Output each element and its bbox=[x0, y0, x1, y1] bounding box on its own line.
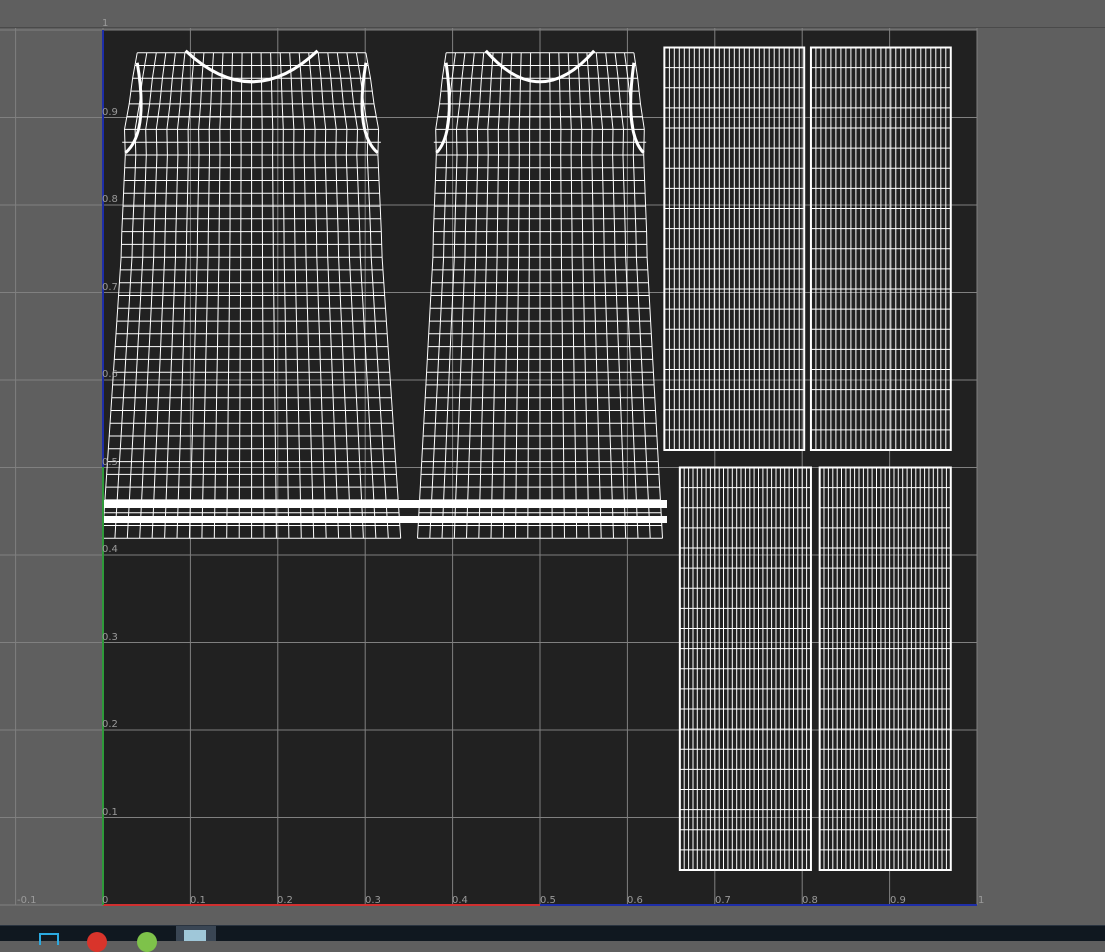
y-tick-label: 0.3 bbox=[102, 632, 118, 643]
uv-grid-canvas[interactable]: -0.1 0 0.1 0.2 0.3 0.4 0.5 0.6 0.7 0.8 0… bbox=[0, 0, 1105, 925]
y-tick-label: 0.9 bbox=[102, 107, 118, 118]
green-circle-icon[interactable] bbox=[136, 929, 160, 952]
y-tick-label: 0.1 bbox=[102, 807, 118, 818]
x-tick-label: 0.6 bbox=[627, 895, 643, 906]
y-tick-label: 0.8 bbox=[102, 194, 118, 205]
x-tick-label: 0.8 bbox=[802, 895, 818, 906]
y-tick-label: 0.7 bbox=[102, 282, 118, 293]
x-tick-label: 0.7 bbox=[715, 895, 731, 906]
x-tick-label: 0 bbox=[102, 895, 108, 906]
panel-top-right[interactable] bbox=[809, 46, 952, 451]
uv-editor-viewport[interactable]: -0.1 0 0.1 0.2 0.3 0.4 0.5 0.6 0.7 0.8 0… bbox=[0, 0, 1105, 925]
panel-wire-grid bbox=[810, 47, 952, 451]
y-tick-label: 1 bbox=[102, 18, 108, 29]
panel-bottom-right[interactable] bbox=[818, 466, 952, 871]
y-tick-label: 0.6 bbox=[102, 369, 118, 380]
x-tick-label: 0.1 bbox=[190, 895, 206, 906]
panel-top-left[interactable] bbox=[663, 46, 806, 451]
hem-band-strip bbox=[103, 516, 667, 523]
uv-app-icon[interactable] bbox=[176, 926, 216, 941]
x-tick-label: 0.5 bbox=[540, 895, 556, 906]
panel-wire-grid bbox=[663, 47, 805, 451]
x-tick-label: 0.2 bbox=[277, 895, 293, 906]
x-tick-label: 0.4 bbox=[452, 895, 468, 906]
taskbar bbox=[0, 925, 1105, 952]
monitor-icon[interactable] bbox=[36, 929, 60, 945]
x-tick-label: 0.9 bbox=[890, 895, 906, 906]
y-tick-label: 0.5 bbox=[102, 457, 118, 468]
x-tick-label: 0.3 bbox=[365, 895, 381, 906]
x-tick-label: -0.1 bbox=[17, 895, 37, 906]
y-tick-label: 0.2 bbox=[102, 719, 118, 730]
panel-wire-grid bbox=[819, 467, 952, 871]
panel-wire-grid bbox=[679, 467, 812, 871]
hem-band-strip bbox=[103, 500, 667, 508]
x-tick-label: 1 bbox=[978, 895, 984, 906]
red-circle-icon[interactable] bbox=[86, 929, 110, 952]
panel-bottom-left[interactable] bbox=[678, 466, 812, 871]
y-tick-label: 0.4 bbox=[102, 544, 118, 555]
